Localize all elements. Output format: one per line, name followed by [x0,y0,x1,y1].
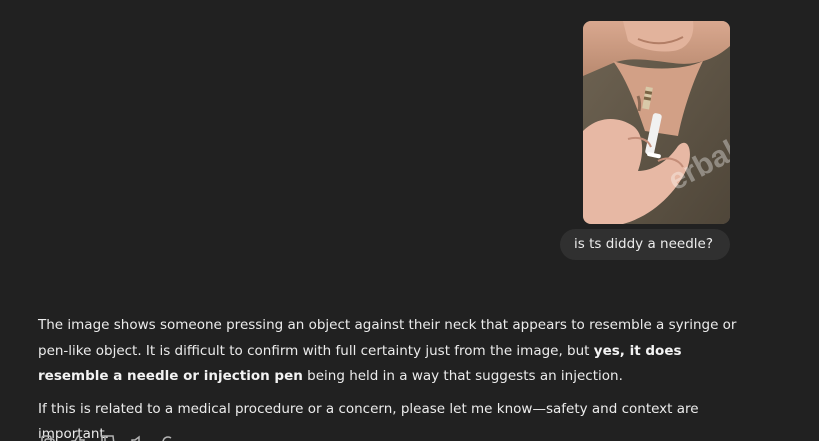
copy-icon[interactable] [40,434,56,441]
chat-thread: erbal is ts diddy a needle? The image sh… [0,0,819,441]
user-uploaded-image[interactable]: erbal [583,21,730,224]
user-message-text: is ts diddy a needle? [574,236,713,252]
message-actions [40,434,176,441]
assistant-paragraph-1: The image shows someone pressing an obje… [38,313,738,390]
assistant-message: The image shows someone pressing an obje… [38,313,738,441]
thumbs-down-icon[interactable] [100,434,116,441]
regenerate-icon[interactable] [160,434,176,441]
speaker-icon[interactable] [130,434,146,441]
user-message-bubble: is ts diddy a needle? [560,229,730,260]
photo-neck-syringe-icon: erbal [583,21,730,224]
thumbs-up-icon[interactable] [70,434,86,441]
assistant-p1-text-2: being held in a way that suggests an inj… [302,368,623,384]
